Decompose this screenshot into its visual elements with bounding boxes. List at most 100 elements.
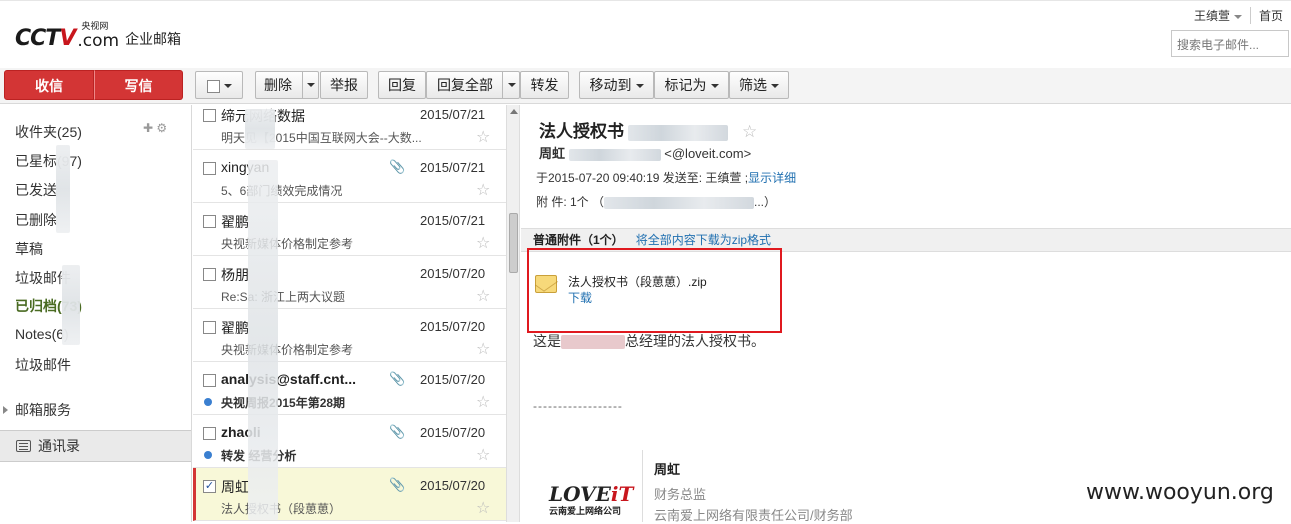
star-icon[interactable]: ☆ (476, 392, 490, 412)
contacts-icon (16, 440, 31, 452)
chevron-down-icon (223, 84, 232, 89)
mail-row[interactable]: 缔元网络数据 2015/07/21 明天见【2015中国互联网大会--大数...… (193, 105, 506, 150)
signature-separator: ------------------ (533, 399, 623, 413)
paperclip-icon: 📎 (389, 477, 406, 492)
star-icon[interactable]: ☆ (476, 445, 490, 465)
sidebar-item-starred[interactable]: 已星标(97) (15, 151, 82, 171)
subject-text: 法人授权书 (539, 122, 624, 141)
redaction-mosaic (62, 265, 80, 345)
mail-list-scrollbar[interactable] (506, 105, 520, 522)
star-icon[interactable]: ☆ (476, 127, 490, 147)
mail-checkbox[interactable] (203, 427, 216, 440)
mail-checkbox[interactable] (203, 321, 216, 334)
mail-row[interactable]: zhaoli 📎 2015/07/20 转发 经营分析 ☆ (193, 415, 506, 468)
user-menu[interactable]: 王缜萱 (1186, 7, 1251, 24)
chevron-down-icon[interactable] (508, 83, 516, 87)
move-to-dropdown[interactable]: 移动到 (579, 71, 654, 99)
redacted-text (628, 124, 728, 141)
chevron-down-icon (710, 84, 719, 89)
body-prefix: 这是 (533, 333, 561, 349)
sidebar-item-deleted[interactable]: 已删除 (15, 210, 57, 230)
home-link[interactable]: 首页 (1251, 7, 1291, 24)
mail-checkbox[interactable] (203, 109, 216, 122)
sidebar-item-sent[interactable]: 已发送 (15, 180, 57, 200)
sidebar-item-inbox[interactable]: 收件夹(25) (15, 122, 82, 142)
add-folder-icon[interactable]: ✚ (143, 121, 153, 135)
logo-cctv-text: CCTV (15, 26, 76, 51)
chevron-down-icon (771, 84, 779, 89)
mail-date: 2015/07/21 (420, 107, 486, 122)
sidebar-item-notes[interactable]: Notes(6) (15, 326, 69, 342)
star-icon[interactable]: ☆ (476, 233, 490, 253)
logo-yangshi-text: 央视网 (81, 22, 109, 32)
download-zip-link[interactable]: 将全部内容下载为zip格式 (636, 233, 771, 247)
mail-sender: 杨朋 (221, 267, 249, 283)
mail-checkbox[interactable] (203, 215, 216, 228)
mail-date: 2015/07/20 (420, 372, 486, 387)
mail-row[interactable]: 翟鹏 2015/07/21 央视新媒体价格制定参考 ☆ (193, 203, 506, 256)
contacts-label: 通讯录 (38, 438, 80, 454)
divider (302, 72, 303, 98)
from-email: <@loveit.com> (664, 146, 752, 161)
mail-row[interactable]: analysis@staff.cnt... 📎 2015/07/20 央视周报2… (193, 362, 506, 415)
sidebar-item-spam[interactable]: 垃圾邮件 (15, 355, 71, 375)
reply-button[interactable]: 回复 (378, 71, 426, 99)
redacted-text (561, 335, 625, 350)
mail-time-line: 于2015-07-20 09:40:19 发送至: 王缜萱 ;显示详细 (536, 169, 796, 186)
mail-services-section[interactable]: 邮箱服务 (0, 395, 191, 425)
select-all-dropdown[interactable] (195, 71, 243, 99)
mail-row[interactable]: xingyan 📎 2015/07/21 5、6部门绩效完成情况 ☆ (193, 150, 506, 203)
select-all-checkbox[interactable] (206, 79, 220, 93)
forward-button[interactable]: 转发 (520, 71, 569, 99)
mail-services-label: 邮箱服务 (15, 402, 71, 418)
gear-icon[interactable]: ⚙ (156, 121, 167, 135)
mail-row[interactable]: 杨朋 2015/07/20 Re:Sa: 浙江上两大议题 ☆ (193, 256, 506, 309)
mail-checkbox[interactable]: ✓ (203, 480, 216, 493)
divider (502, 72, 503, 98)
compose-button[interactable]: 写信 (94, 70, 183, 100)
user-area: 王缜萱 首页 (1186, 7, 1291, 24)
mail-date: 2015/07/21 (420, 160, 486, 175)
sidebar-item-drafts[interactable]: 草稿 (15, 239, 43, 259)
reply-all-button[interactable]: 回复全部 (437, 72, 493, 98)
show-details-link[interactable]: 显示详细 (748, 171, 796, 185)
star-icon[interactable]: ☆ (476, 339, 490, 359)
star-icon[interactable]: ☆ (476, 180, 490, 200)
user-name: 王缜萱 (1193, 9, 1230, 23)
watermark: www.wooyun.org (1086, 480, 1274, 505)
mail-sender: 翟鹏 (221, 214, 249, 230)
logo-com-text: 央视网 .com (77, 22, 120, 51)
mail-row[interactable]: 翟鹏 2015/07/20 央视新媒体价格制定参考 ☆ (193, 309, 506, 362)
scroll-up-icon[interactable] (510, 109, 518, 114)
signature-divider (642, 450, 643, 522)
star-icon[interactable]: ☆ (742, 122, 757, 141)
mark-as-dropdown[interactable]: 标记为 (654, 71, 729, 99)
report-button[interactable]: 举报 (320, 71, 368, 99)
mail-attachments-line: 附 件: 1个 （ ...） (536, 193, 776, 210)
star-icon[interactable]: ☆ (476, 286, 490, 306)
mail-checkbox[interactable] (203, 374, 216, 387)
loveit-logo-text: LOVEiT (549, 482, 634, 506)
unread-dot-icon (204, 398, 212, 406)
redaction-mosaic (245, 109, 275, 149)
contacts-button[interactable]: 通讯录 (0, 430, 191, 462)
mail-row-selected[interactable]: ✓ 周虹 📎 2015/07/20 法人授权书（段葸葸） ☆ (193, 468, 506, 521)
mail-checkbox[interactable] (203, 268, 216, 281)
mail-sender: analysis@staff.cnt... (221, 371, 357, 387)
highlight-box (527, 248, 782, 333)
search-input[interactable]: 搜索电子邮件... (1171, 30, 1289, 57)
paperclip-icon: 📎 (389, 159, 406, 174)
cctv-logo[interactable]: CCTV 央视网 .com 企业邮箱 (15, 21, 181, 51)
signature-title: 财务总监 (654, 487, 707, 502)
logo-com-label: .com (77, 31, 120, 51)
mail-checkbox[interactable] (203, 162, 216, 175)
chevron-down-icon[interactable] (307, 83, 315, 87)
star-icon[interactable]: ☆ (476, 498, 490, 518)
receive-button[interactable]: 收信 (4, 70, 94, 100)
delete-button[interactable]: 删除 (264, 72, 292, 98)
paperclip-icon: 📎 (389, 371, 406, 386)
filter-dropdown[interactable]: 筛选 (729, 71, 789, 99)
toolbar: 收信 写信 删除 举报 回复 回复全部 转发 移动到 标记为 筛选 (0, 68, 1291, 104)
scroll-thumb[interactable] (509, 213, 518, 273)
chevron-down-icon (635, 84, 644, 89)
